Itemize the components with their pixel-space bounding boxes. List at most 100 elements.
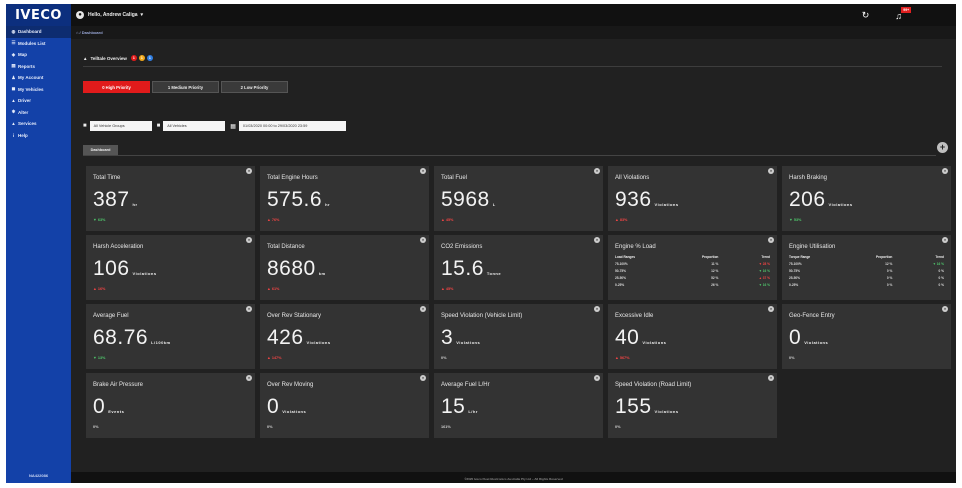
remove-widget-icon[interactable]: × — [594, 168, 600, 174]
table-cell: 0 % — [886, 275, 893, 280]
tab-priority-0[interactable]: 0 High Priority — [83, 81, 150, 93]
remove-widget-icon[interactable]: × — [594, 375, 600, 381]
alter-icon: ✱ — [11, 109, 16, 115]
sidebar-item-modules-list[interactable]: ☰ Modules List — [6, 38, 71, 50]
sidebar-item-driver[interactable]: ▲ Driver — [6, 95, 71, 107]
priority-tabs: 0 High Priority 1 Medium Priority 2 Low Pr… — [83, 81, 288, 93]
kpi-unit: Violations — [654, 202, 679, 207]
kpi-value: 575.6 — [267, 188, 323, 211]
tab-dashboard[interactable]: Dashboard — [83, 145, 118, 155]
table-header: Trend — [935, 254, 945, 259]
table-cell: 12 % — [885, 261, 893, 266]
table-header: Proportion — [702, 254, 719, 259]
iveco-logo[interactable]: IVECO — [6, 4, 71, 26]
tab-priority-1[interactable]: 1 Medium Priority — [152, 81, 219, 93]
kpi-value-group: 155 Violations — [615, 395, 679, 419]
kpi-value: 15 — [441, 395, 466, 418]
telltale-overview-toggle[interactable]: ▲ Telltale Overview 111 — [83, 55, 153, 61]
sidebar-item-label: Driver — [18, 98, 32, 104]
divider — [83, 66, 942, 67]
kpi-trend: ▲ 45% — [441, 287, 453, 291]
kpi-trend-value: 45% — [445, 218, 454, 222]
dashboard-main: ▲ Telltale Overview 111 0 High Priority 1… — [71, 39, 956, 483]
table-cell: 75-100% — [789, 261, 802, 266]
remove-widget-icon[interactable]: × — [246, 306, 252, 312]
sidebar-item-map[interactable]: ◈ Map — [6, 49, 71, 61]
table-cell: 26 % — [711, 282, 719, 287]
sidebar-item-dashboard[interactable]: ◍ Dashboard — [6, 26, 71, 38]
sidebar-item-help[interactable]: i Help — [6, 130, 71, 142]
kpi-trend: ▲ 83% — [615, 218, 627, 222]
remove-widget-icon[interactable]: × — [594, 237, 600, 243]
table-header: Load Ranges — [615, 254, 636, 259]
kpi-card-total-fuel: × Total Fuel 5968 L ▲ 45% — [434, 166, 603, 231]
sidebar-item-label: Help — [18, 132, 28, 138]
remove-widget-icon[interactable]: × — [246, 168, 252, 174]
breadcrumb[interactable]: ⌂ / Dashboard — [71, 26, 956, 39]
kpi-value-group: 5968 L — [441, 188, 496, 212]
remove-widget-icon[interactable]: × — [420, 375, 426, 381]
kpi-value: 15.6 — [441, 257, 484, 280]
kpi-title: Engine % Load — [615, 244, 656, 250]
driver-icon: ▲ — [11, 98, 16, 104]
kpi-value-group: 0 Violations — [789, 326, 828, 350]
table-header: Torque Range — [789, 254, 811, 259]
notification-bell-icon[interactable]: ♫ 99+ — [895, 6, 912, 21]
date-range-input[interactable]: 01/03/2020 00:00 to 29/03/2020 23:59 — [238, 121, 346, 131]
vehicle-select[interactable]: All Vehicles — [163, 121, 226, 131]
sidebar-item-services[interactable]: ▲ Services — [6, 118, 71, 130]
kpi-trend: 0% — [441, 356, 447, 360]
sidebar-item-label: Modules List — [18, 40, 46, 46]
add-widget-button[interactable]: + — [937, 142, 948, 153]
remove-widget-icon[interactable]: × — [942, 168, 948, 174]
remove-widget-icon[interactable]: × — [768, 237, 774, 243]
divider — [83, 155, 936, 156]
kpi-trend-value: 147% — [271, 356, 282, 360]
kpi-value-group: 68.76 L/100km — [93, 326, 171, 350]
tab-priority-2[interactable]: 2 Low Priority — [221, 81, 288, 93]
kpi-value: 106 — [93, 257, 130, 280]
table-cell: 11 % — [711, 261, 719, 266]
kpi-card-total-engine-hours: × Total Engine Hours 575.6 hr ▲ 76% — [260, 166, 429, 231]
sidebar-item-my-vehicles[interactable]: ◼ My Vehicles — [6, 84, 71, 96]
kpi-trend-value: 567% — [619, 356, 630, 360]
priority-count-badge: 1 — [138, 55, 145, 61]
kpi-value-group: 387 hr — [93, 188, 138, 212]
table-row: 75-100% 11 % ▼ 28 % — [615, 260, 770, 267]
remove-widget-icon[interactable]: × — [420, 237, 426, 243]
refresh-icon[interactable]: ↻ — [862, 10, 870, 21]
kpi-card-total-time: × Total Time 387 hr ▼ 63% — [86, 166, 255, 231]
sidebar-item-reports[interactable]: ▤ Reports — [6, 61, 71, 73]
kpi-trend: ▲ 76% — [267, 218, 279, 222]
remove-widget-icon[interactable]: × — [246, 237, 252, 243]
list-icon: ☰ — [11, 40, 16, 46]
remove-widget-icon[interactable]: × — [768, 168, 774, 174]
remove-widget-icon[interactable]: × — [768, 306, 774, 312]
kpi-title: CO2 Emissions — [441, 244, 483, 250]
remove-widget-icon[interactable]: × — [942, 306, 948, 312]
user-greeting: Hello, Andrew Caliga — [88, 12, 138, 18]
kpi-value-group: 575.6 hr — [267, 188, 330, 212]
kpi-trend: ▼ 53% — [789, 218, 801, 222]
remove-widget-icon[interactable]: × — [420, 306, 426, 312]
sidebar-item-alter[interactable]: ✱ Alter — [6, 107, 71, 119]
remove-widget-icon[interactable]: × — [768, 375, 774, 381]
user-menu[interactable]: ● Hello, Andrew Caliga ▾ — [76, 11, 143, 19]
kpi-title: Over Rev Moving — [267, 382, 314, 388]
sidebar-item-my-account[interactable]: ♟ My Account — [6, 72, 71, 84]
vehicle-group-select[interactable]: All Vehicle Groups — [89, 121, 152, 131]
table-header: Proportion — [876, 254, 893, 259]
kpi-title: Average Fuel L/Hr — [441, 382, 490, 388]
remove-widget-icon[interactable]: × — [420, 168, 426, 174]
table-cell: 0 % — [938, 268, 945, 273]
table-cell: 52 % — [711, 275, 719, 280]
kpi-trend: 0% — [789, 356, 795, 360]
kpi-unit: Violations — [642, 340, 667, 345]
kpi-card-speed-violation-vehicle-limit: × Speed Violation (Vehicle Limit) 3 Violati… — [434, 304, 603, 369]
remove-widget-icon[interactable]: × — [594, 306, 600, 312]
kpi-value: 206 — [789, 188, 826, 211]
remove-widget-icon[interactable]: × — [246, 375, 252, 381]
kpi-title: Total Engine Hours — [267, 175, 318, 181]
remove-widget-icon[interactable]: × — [942, 237, 948, 243]
kpi-trend-value: 0% — [615, 425, 621, 429]
